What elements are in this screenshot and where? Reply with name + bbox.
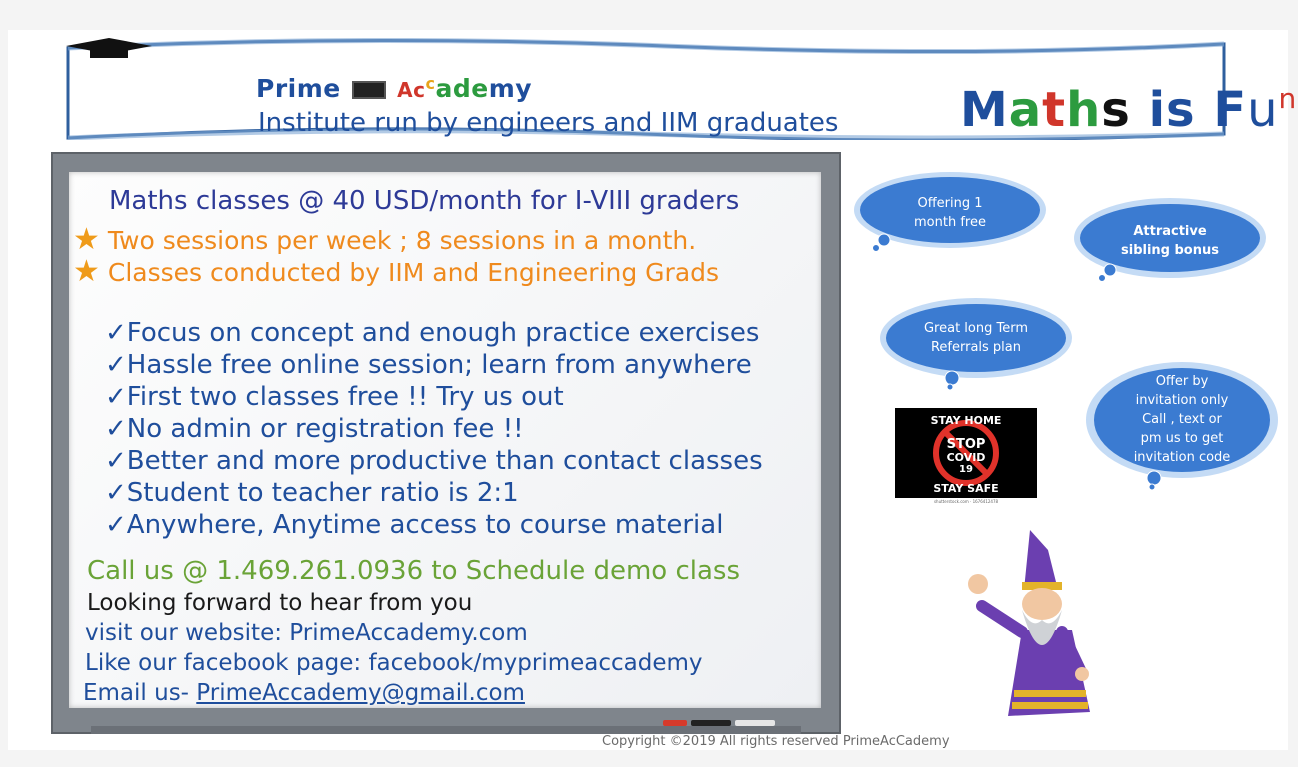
maths-is-fun-title: Maths is Fun [960, 82, 1298, 138]
check-icon: ✓ [105, 446, 127, 476]
website-line[interactable]: visit our website: PrimeAccademy.com [85, 620, 528, 646]
cloud-referrals: Great long Term Referrals plan [876, 294, 1076, 394]
board-heading: Maths classes @ 40 USD/month for I-VIII … [109, 186, 740, 216]
feature-item: ✓Focus on concept and enough practice ex… [105, 318, 760, 348]
check-icon: ✓ [105, 478, 127, 508]
eraser-icon [735, 720, 775, 726]
call-line: Call us @ 1.469.261.0936 to Schedule dem… [87, 556, 741, 586]
cloud-invitation: Offer by invitation only Call , text or … [1082, 360, 1282, 496]
stay-home-badge: STAY HOME STOP COVID 19 STAY SAFE [895, 408, 1037, 498]
highlight-item: ★ Classes conducted by IIM and Engineerin… [73, 254, 720, 289]
feature-item: ✓Better and more productive than contact… [105, 446, 763, 476]
email-line: Email us- PrimeAccademy@gmail.com [83, 680, 525, 706]
black-marker-icon [691, 720, 731, 726]
svg-text:STAY HOME: STAY HOME [931, 414, 1002, 427]
brand-logo: Prime Accademy [256, 74, 533, 103]
feature-item: ✓Anywhere, Anytime access to course mate… [105, 510, 724, 540]
tagline: Institute run by engineers and IIM gradu… [258, 108, 839, 138]
header-banner: Prime Accademy Institute run by engineer… [64, 38, 1296, 140]
svg-text:19: 19 [959, 464, 973, 475]
email-link[interactable]: PrimeAccademy@gmail.com [196, 680, 525, 706]
red-marker-icon [663, 720, 687, 726]
facebook-line[interactable]: Like our facebook page: facebook/myprime… [85, 650, 703, 676]
star-icon: ★ [73, 222, 100, 257]
forward-line: Looking forward to hear from you [87, 590, 473, 616]
copyright-footer: Copyright ©2019 All rights reserved Prim… [602, 734, 950, 749]
board-tray [91, 720, 801, 734]
check-icon: ✓ [105, 414, 127, 444]
feature-item: ✓No admin or registration fee !! [105, 414, 524, 444]
check-icon: ✓ [105, 510, 127, 540]
svg-text:STOP: STOP [947, 437, 986, 452]
star-icon: ★ [73, 254, 100, 289]
wizard-mascot-icon [968, 530, 1090, 716]
feature-item: ✓First two classes free !! Try us out [105, 382, 564, 412]
svg-text:STAY SAFE: STAY SAFE [933, 482, 998, 495]
highlight-item: ★ Two sessions per week ; 8 sessions in a… [73, 222, 697, 257]
whiteboard: Maths classes @ 40 USD/month for I-VIII … [51, 152, 841, 734]
chalkboard-icon [351, 81, 386, 99]
whiteboard-surface: Maths classes @ 40 USD/month for I-VIII … [69, 172, 821, 708]
slide: Prime Accademy Institute run by engineer… [8, 30, 1296, 750]
check-icon: ✓ [105, 350, 127, 380]
check-icon: ✓ [105, 382, 127, 412]
check-icon: ✓ [105, 318, 127, 348]
stop-covid-icon: STAY HOME STOP COVID 19 STAY SAFE [931, 414, 1002, 495]
cloud-sibling-bonus: Attractive sibling bonus [1070, 194, 1270, 288]
image-credit: shutterstock.com · 1676412478 [895, 499, 1037, 505]
feature-item: ✓Student to teacher ratio is 2:1 [105, 478, 519, 508]
cloud-free-month: Offering 1 month free [850, 168, 1050, 258]
feature-item: ✓Hassle free online session; learn from … [105, 350, 752, 380]
svg-text:COVID: COVID [947, 451, 986, 464]
graduation-cap-icon [66, 38, 152, 58]
